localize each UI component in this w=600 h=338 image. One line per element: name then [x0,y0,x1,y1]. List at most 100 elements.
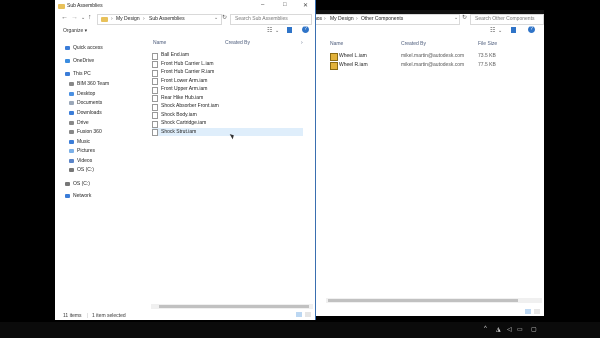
forward-arrow-icon[interactable]: → [71,14,78,21]
column-header-file-size[interactable]: File Size [478,41,497,47]
file-name: Wheel R.iam [339,62,368,68]
file-name: Shock Cartridge.iam [161,120,207,126]
nav-item-os-c[interactable]: OS (C:) [65,181,90,187]
preview-pane-icon[interactable] [287,27,292,33]
breadcrumb-root[interactable]: My Design [116,16,140,22]
file-row[interactable]: Wheel L.iam mikel.martin@autodesk.com 73… [326,52,534,61]
nav-item-desktop[interactable]: Desktop [69,91,95,97]
music-icon [69,139,74,144]
file-name: Front Lower Arm.iam [161,77,208,84]
search-input[interactable]: Search Other Components [470,14,544,25]
file-name: Shock Absorber Front.iam [161,103,219,109]
large-icons-view-icon[interactable] [534,309,540,314]
volume-icon[interactable]: ◁ [507,326,512,333]
title-bar[interactable]: Sub Assemblies – □ ✕ [55,0,315,12]
breadcrumb-chevron-icon: › [143,16,145,22]
input-method-icon[interactable]: ▭ [517,326,523,333]
refresh-icon[interactable]: ↻ [462,14,467,21]
address-dropdown-icon[interactable]: ⌄ [214,15,218,21]
column-header-created-by[interactable]: Created By [225,40,250,46]
file-row[interactable]: Front Hub Carrier R.iam [152,68,303,77]
maximize-button[interactable]: □ [283,2,287,8]
network-icon [65,193,70,198]
navigation-pane: Quick access OneDrive This PC BIM 360 Te… [55,40,150,308]
breadcrumb-current[interactable]: Other Components [361,16,403,22]
help-icon[interactable]: ? [302,26,309,33]
pc-icon [65,71,70,76]
folder-icon [58,4,65,9]
breadcrumb-chevron-icon: › [356,16,358,22]
column-header-name[interactable]: Name [330,41,343,47]
file-size: 77.5 KB [478,62,496,68]
breadcrumb-root[interactable]: My Design [330,16,354,22]
breadcrumb-chevron-icon: › [111,16,113,22]
column-expand-icon[interactable]: › [301,40,303,46]
horizontal-scrollbar[interactable] [326,298,542,303]
nav-item-network[interactable]: Network [65,193,91,199]
file-name: Ball End.iam [161,52,190,58]
star-icon [65,45,70,50]
nav-item-pictures[interactable]: Pictures [69,148,95,154]
scrollbar-thumb[interactable] [159,305,309,308]
address-bar[interactable]: › My Design › Sub Assemblies [97,14,222,25]
file-row[interactable]: Front Lower Arm.iam [152,77,303,85]
window-title: Sub Assemblies [67,3,103,9]
help-icon[interactable]: ? [528,26,535,33]
command-bar: Organize ▾ ☷ ⌄ ? [55,26,315,36]
nav-item-drive[interactable]: Drive [69,120,89,126]
tray-overflow-icon[interactable]: ^ [484,326,487,332]
network-status-icon[interactable]: ◮ [496,326,501,333]
column-header-created-by[interactable]: Created By [401,41,426,47]
nav-item-music[interactable]: Music [69,139,90,145]
documents-icon [69,100,74,105]
nav-item-this-pc[interactable]: This PC [65,71,91,77]
breadcrumb-current[interactable]: Sub Assemblies [149,16,185,22]
file-row[interactable]: Rear Hike Hub.iam [152,94,303,102]
nav-label: Drive [77,120,89,126]
file-icon [152,78,158,85]
nav-item-videos[interactable]: Videos [69,158,92,164]
notifications-icon[interactable]: ▢ [531,326,537,333]
back-arrow-icon[interactable]: ← [61,14,68,21]
scrollbar-thumb[interactable] [328,299,518,302]
details-view-icon[interactable] [525,309,531,314]
file-name: Front Upper Arm.iam [161,86,208,92]
view-options-icon[interactable]: ☷ [267,27,272,34]
file-row[interactable]: Shock Cartridge.iam [152,119,303,128]
up-arrow-icon[interactable]: ↑ [88,14,92,21]
preview-pane-icon[interactable] [511,27,516,33]
pictures-icon [69,148,74,153]
file-created-by: mikel.martin@autodesk.com [401,62,465,68]
file-row[interactable]: Shock Body.iam [152,111,303,119]
view-options-icon[interactable]: ☷ [490,27,495,34]
view-chevron-icon[interactable]: ⌄ [275,28,279,34]
file-row[interactable]: Front Hub Carrier L.iam [152,60,303,68]
folder-icon [101,17,108,22]
address-dropdown-icon[interactable]: ⌄ [454,15,458,21]
nav-item-os-c[interactable]: OS (C:) [69,167,94,173]
nav-item-bim-360-team[interactable]: BIM 360 Team [69,81,109,87]
organize-menu[interactable]: Organize ▾ [63,28,87,34]
details-view-icon[interactable] [296,312,302,317]
large-icons-view-icon[interactable] [305,312,311,317]
view-chevron-icon[interactable]: ⌄ [498,28,502,34]
address-bar[interactable]: nos › My Design › Other Components [316,14,460,25]
nav-item-onedrive[interactable]: OneDrive [65,58,94,64]
file-row[interactable]: Wheel R.iam mikel.martin@autodesk.com 77… [326,61,534,70]
nav-item-quick-access[interactable]: Quick access [65,45,103,51]
file-row[interactable]: Shock Absorber Front.iam [152,102,303,111]
search-input[interactable]: Search Sub Assemblies [230,14,312,25]
recent-chevron-icon[interactable]: ⌄ [81,15,85,21]
nav-item-fusion-360[interactable]: Fusion 360 [69,129,102,135]
breadcrumb-truncated[interactable]: nos [316,16,322,22]
nav-item-documents[interactable]: Documents [69,100,102,106]
close-button[interactable]: ✕ [303,2,308,9]
file-row-selected[interactable]: Shock Strut.iam [152,127,303,136]
refresh-icon[interactable]: ↻ [222,14,227,21]
column-header-name[interactable]: Name [153,40,166,46]
nav-item-downloads[interactable]: Downloads [69,110,102,116]
minimize-button[interactable]: – [261,2,264,8]
horizontal-scrollbar[interactable] [151,304,313,309]
file-row[interactable]: Front Upper Arm.iam [152,85,303,94]
file-row[interactable]: Ball End.iam [152,51,303,60]
